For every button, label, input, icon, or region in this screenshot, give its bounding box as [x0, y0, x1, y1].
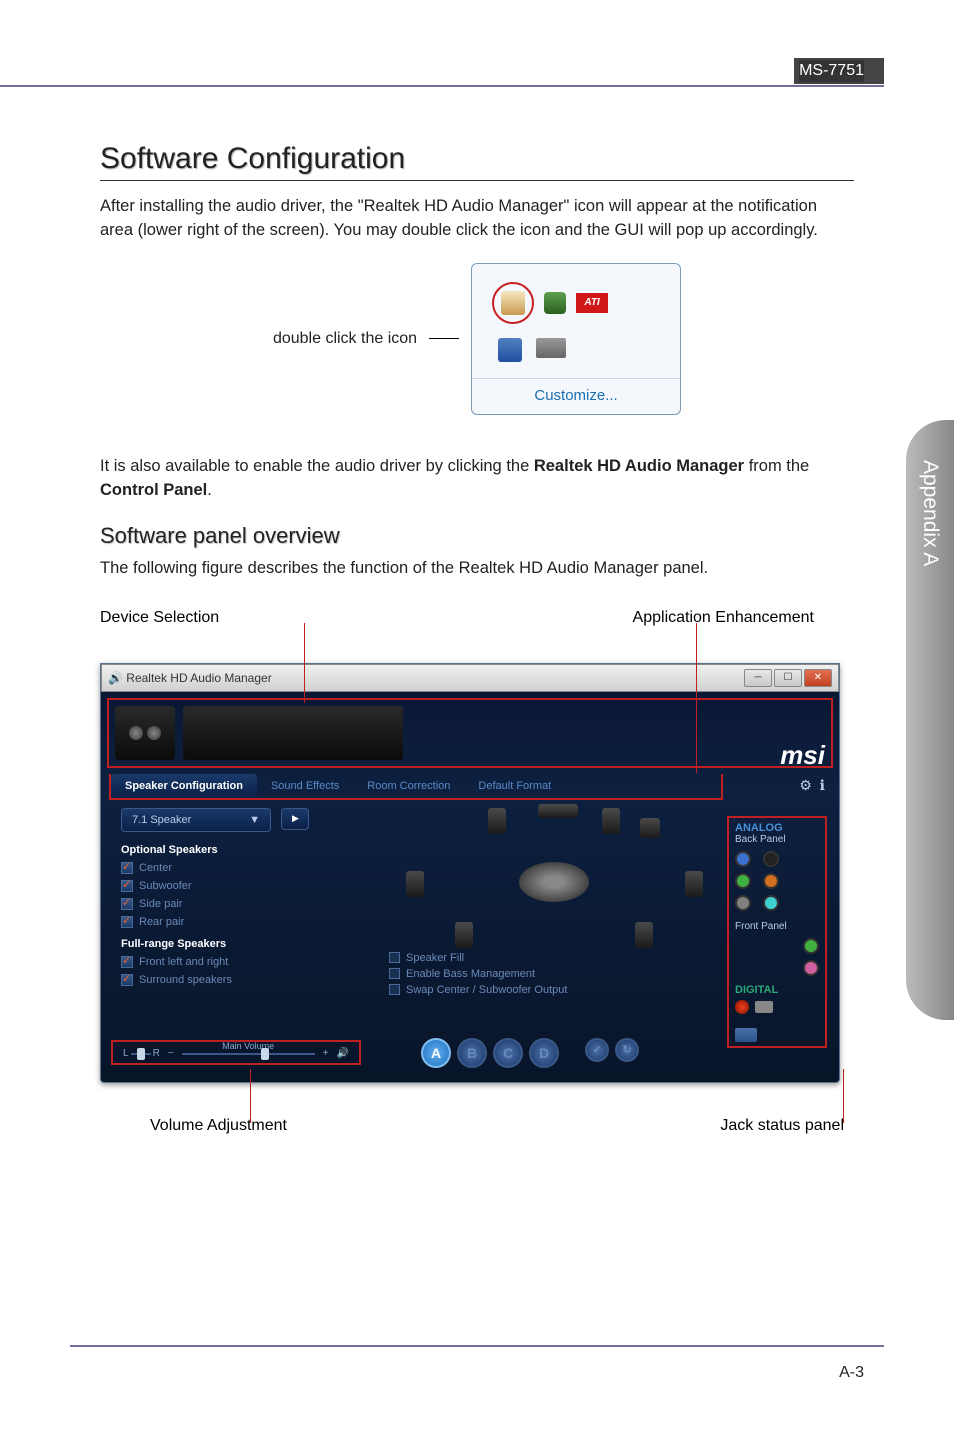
jack-lineout[interactable] [735, 873, 751, 889]
chevron-down-icon: ▼ [249, 814, 260, 826]
info-icon[interactable]: ℹ [820, 777, 825, 793]
fullrange-header: Full-range Speakers [121, 938, 371, 950]
display-icon[interactable] [498, 338, 522, 362]
jack-csub[interactable] [763, 873, 779, 889]
coax-jack[interactable] [755, 1001, 773, 1013]
optical-jack[interactable] [735, 1000, 749, 1014]
customize-link[interactable]: Customize... [492, 387, 660, 404]
tab-room-correction[interactable]: Room Correction [353, 774, 464, 798]
speaker-config-dropdown[interactable]: 7.1 Speaker▼ [121, 808, 271, 832]
thx-check-icon[interactable]: ✓ [585, 1038, 609, 1062]
control-panel-paragraph: It is also available to enable the audio… [100, 455, 854, 503]
jack-aux[interactable] [763, 895, 779, 911]
chk-rearpair[interactable] [121, 916, 133, 928]
speaker-device-icon[interactable] [115, 706, 175, 760]
chk-surround[interactable] [121, 974, 133, 986]
callout-jack-status: Jack status panel [720, 1117, 844, 1135]
tab-speaker-config[interactable]: Speaker Configuration [111, 774, 257, 798]
catalyst-icon[interactable] [544, 292, 566, 314]
thx-refresh-icon[interactable]: ↻ [615, 1038, 639, 1062]
callout-app-enhancement: Application Enhancement [633, 609, 814, 627]
minimize-button[interactable]: ─ [744, 669, 772, 687]
jack-front-hp[interactable] [803, 938, 819, 954]
maximize-button[interactable]: ☐ [774, 669, 802, 687]
realtek-audio-icon[interactable] [492, 282, 534, 324]
model-number: MS-7751 [799, 60, 864, 82]
thx-mode-a[interactable]: A [421, 1038, 451, 1068]
thx-mode-c[interactable]: C [493, 1038, 523, 1068]
chk-swap-center[interactable] [389, 984, 400, 995]
thx-mode-d[interactable]: D [529, 1038, 559, 1068]
section-heading: Software Configuration [100, 142, 854, 181]
close-button[interactable]: ✕ [804, 669, 832, 687]
mute-icon[interactable]: 🔊 [337, 1048, 349, 1059]
window-title: 🔊 Realtek HD Audio Manager [108, 671, 272, 685]
analog-label: ANALOG [735, 822, 819, 834]
chk-sidepair[interactable] [121, 898, 133, 910]
overview-paragraph: The following figure describes the funct… [100, 557, 854, 581]
play-test-button[interactable]: ▶ [281, 808, 309, 830]
balance-slider[interactable] [137, 1048, 145, 1060]
io-panel-image [183, 706, 403, 760]
optional-speakers-header: Optional Speakers [121, 844, 371, 856]
enhancement-tabs: Speaker Configuration Sound Effects Room… [109, 774, 723, 800]
tray-callout-label: double click the icon [273, 330, 417, 348]
chk-subwoofer[interactable] [121, 880, 133, 892]
tab-sound-effects[interactable]: Sound Effects [257, 774, 353, 798]
keyboard-icon[interactable] [536, 338, 566, 358]
device-selection-area[interactable] [107, 698, 833, 768]
thx-mode-b[interactable]: B [457, 1038, 487, 1068]
jack-front-mic[interactable] [803, 960, 819, 976]
chk-speaker-fill[interactable] [389, 952, 400, 963]
speaker-room-diagram[interactable] [389, 808, 719, 948]
connector-settings-icon[interactable] [735, 1028, 757, 1042]
chk-bass-mgmt[interactable] [389, 968, 400, 979]
jack-rear[interactable] [763, 851, 779, 867]
callout-volume-adjustment: Volume Adjustment [150, 1117, 287, 1135]
chk-center[interactable] [121, 862, 133, 874]
appendix-tab: Appendix A [906, 420, 954, 1020]
msi-logo: msi [780, 740, 825, 771]
chk-front-lr[interactable] [121, 956, 133, 968]
subsection-heading: Software panel overview [100, 523, 854, 549]
tab-default-format[interactable]: Default Format [464, 774, 565, 798]
gear-icon[interactable]: ⚙ [799, 777, 812, 793]
jack-side[interactable] [735, 895, 751, 911]
notification-tray: ATI Customize... [471, 263, 681, 415]
volume-slider[interactable] [261, 1048, 269, 1060]
jack-linein[interactable] [735, 851, 751, 867]
audio-manager-window: 🔊 Realtek HD Audio Manager ─ ☐ ✕ msi ⚙ ℹ [100, 663, 840, 1083]
callout-device-selection: Device Selection [100, 609, 219, 627]
digital-label: DIGITAL [735, 984, 819, 996]
page-number: A-3 [839, 1364, 864, 1382]
ati-icon[interactable]: ATI [576, 293, 608, 313]
front-panel-label: Front Panel [735, 921, 819, 932]
volume-adjustment-area: LR − Main Volume + 🔊 [111, 1040, 361, 1065]
back-panel-label: Back Panel [735, 834, 819, 845]
jack-status-panel: ANALOG Back Panel Front Panel DIGITAL [727, 816, 827, 1048]
intro-paragraph: After installing the audio driver, the "… [100, 195, 854, 243]
